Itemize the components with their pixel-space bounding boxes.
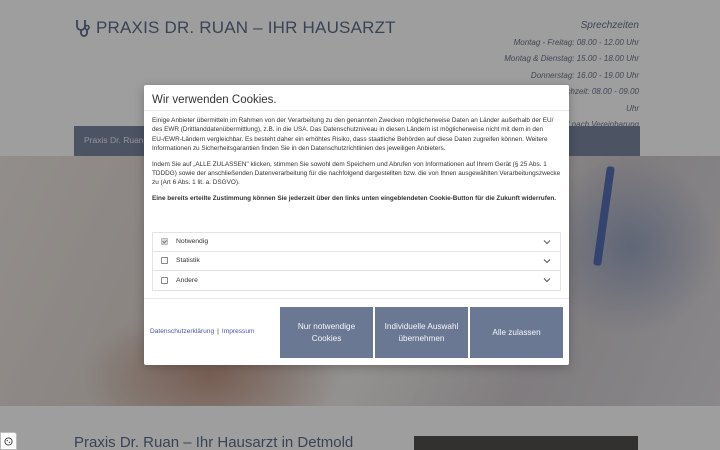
save-selection-button[interactable]: Individuelle Auswahl übernehmen: [375, 307, 468, 358]
cookie-dialog-footer: Datenschutzerklärung | Impressum Nur notwe…: [144, 298, 569, 365]
privacy-policy-link[interactable]: Datenschutzerklärung: [150, 328, 214, 335]
chevron-down-icon[interactable]: [543, 258, 551, 264]
chevron-down-icon[interactable]: [543, 239, 551, 245]
link-separator: |: [217, 328, 219, 335]
cookie-revoke-text: Eine bereits erteilte Zustimmung können …: [152, 194, 557, 202]
cookie-settings-button[interactable]: [0, 432, 17, 450]
only-necessary-button[interactable]: Nur notwendige Cookies: [280, 307, 373, 358]
cookie-category-label: Statistik: [176, 257, 200, 265]
imprint-link[interactable]: Impressum: [222, 328, 255, 335]
cookie-consent-dialog: Wir verwenden Cookies. Einige Anbieter ü…: [144, 85, 569, 365]
footer-links: Datenschutzerklärung | Impressum: [150, 328, 254, 335]
cookie-category-necessary[interactable]: Notwendig: [152, 232, 561, 252]
accept-all-button[interactable]: Alle zulassen: [470, 307, 563, 358]
cookie-category-statistics[interactable]: Statistik: [152, 251, 561, 271]
cookie-category-label: Notwendig: [176, 238, 209, 246]
cookie-category-other[interactable]: Andere: [152, 271, 561, 291]
statistics-checkbox[interactable]: [161, 257, 168, 265]
cookie-consent-text: Indem Sie auf „ALLE ZULASSEN" klicken, s…: [152, 160, 561, 187]
cookie-dialog-title: Wir verwenden Cookies.: [152, 94, 277, 106]
cookie-category-label: Andere: [176, 276, 198, 284]
other-checkbox[interactable]: [161, 276, 168, 284]
necessary-checkbox: [161, 238, 168, 246]
cookie-icon: [4, 436, 13, 446]
cookie-category-list: Notwendig Statistik Andere: [152, 232, 561, 291]
chevron-down-icon[interactable]: [543, 277, 551, 283]
cookie-dialog-body: Einige Anbieter übermitteln im Rahmen vo…: [144, 110, 569, 298]
cookie-info-text: Einige Anbieter übermitteln im Rahmen vo…: [152, 117, 554, 153]
